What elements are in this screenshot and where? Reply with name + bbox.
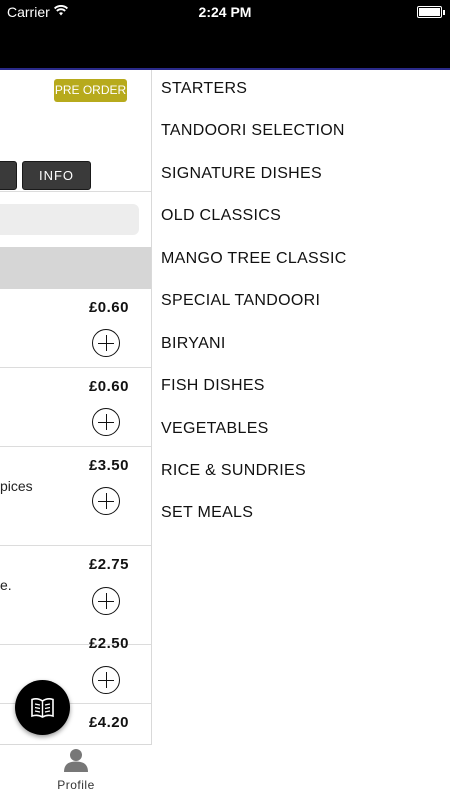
menu-item-row[interactable]: £0.60 xyxy=(0,289,151,368)
nav-bar xyxy=(0,24,450,70)
menu-item-tandoori-selection[interactable]: TANDOORI SELECTION xyxy=(161,122,345,140)
tab-button-menu[interactable] xyxy=(0,161,17,190)
item-price: £0.60 xyxy=(88,299,129,316)
book-icon xyxy=(31,698,54,718)
pre-order-button[interactable]: PRE ORDER xyxy=(54,79,127,102)
menu-item-biryani[interactable]: BIRYANI xyxy=(161,335,226,353)
menu-fab-button[interactable] xyxy=(15,680,70,735)
category-side-menu: STARTERS TANDOORI SELECTION SIGNATURE DI… xyxy=(153,70,450,800)
plus-circle-icon[interactable] xyxy=(92,666,120,694)
info-button[interactable]: INFO xyxy=(22,161,91,190)
menu-item-rice-sundries[interactable]: RICE & SUNDRIES xyxy=(161,462,306,480)
menu-item-row[interactable]: £3.50 pices xyxy=(0,447,151,546)
item-description: e. xyxy=(0,577,12,593)
status-time: 2:24 PM xyxy=(198,4,252,20)
search-input[interactable] xyxy=(0,204,139,235)
divider xyxy=(0,191,151,192)
plus-circle-icon[interactable] xyxy=(92,408,120,436)
item-price: £4.20 xyxy=(88,714,129,731)
item-description: pices xyxy=(0,478,33,494)
item-price: £3.50 xyxy=(88,457,129,474)
menu-item-mango-tree-classic[interactable]: MANGO TREE CLASSIC xyxy=(161,250,347,268)
item-price: £0.60 xyxy=(88,378,129,395)
menu-item-starters[interactable]: STARTERS xyxy=(161,80,247,98)
profile-icon[interactable] xyxy=(62,748,90,772)
tab-profile[interactable]: Profile xyxy=(0,778,152,792)
status-bar: Carrier 2:24 PM xyxy=(0,0,450,24)
category-header-bar xyxy=(0,247,151,289)
item-price: £2.75 xyxy=(88,556,129,573)
plus-circle-icon[interactable] xyxy=(92,587,120,615)
menu-item-vegetables[interactable]: VEGETABLES xyxy=(161,420,269,438)
menu-item-old-classics[interactable]: OLD CLASSICS xyxy=(161,207,281,225)
menu-item-row[interactable]: £0.60 xyxy=(0,368,151,447)
menu-item-fish-dishes[interactable]: FISH DISHES xyxy=(161,377,265,395)
menu-item-special-tandoori[interactable]: SPECIAL TANDOORI xyxy=(161,292,320,310)
plus-circle-icon[interactable] xyxy=(92,487,120,515)
plus-circle-icon[interactable] xyxy=(92,329,120,357)
item-price: £2.50 xyxy=(88,635,129,652)
battery-icon xyxy=(417,6,445,18)
menu-item-signature-dishes[interactable]: SIGNATURE DISHES xyxy=(161,165,322,183)
menu-item-set-meals[interactable]: SET MEALS xyxy=(161,504,253,522)
bottom-tab-bar: Profile xyxy=(0,744,152,800)
